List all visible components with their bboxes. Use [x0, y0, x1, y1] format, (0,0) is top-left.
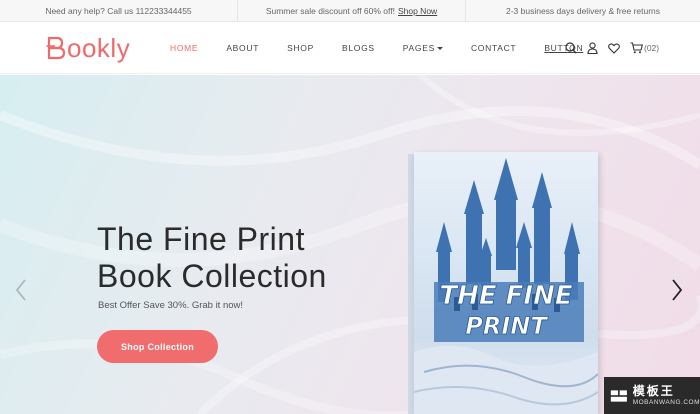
hero-subtitle: Best Offer Save 30%. Grab it now!	[98, 300, 244, 311]
watermark-badge: 模板王 MOBANWANG.COM	[604, 377, 700, 414]
book-title-line2: PRINT	[465, 312, 548, 340]
logo-text: ookly	[67, 33, 131, 63]
book-title-line1: THE FINE	[439, 281, 573, 311]
main-nav: HOME ABOUT SHOP BLOGS PAGES CONTACT BUTT…	[170, 22, 611, 74]
castle-illustration: THE FINE PRINT	[414, 158, 598, 414]
watermark-en: MOBANWANG.COM	[632, 399, 700, 406]
cart-icon[interactable]: (02)	[630, 42, 659, 54]
main-header: ookly HOME ABOUT SHOP BLOGS PAGES CONTAC…	[0, 22, 700, 74]
nav-home[interactable]: HOME	[170, 43, 198, 53]
nav-contact[interactable]: CONTACT	[471, 43, 516, 53]
user-icon[interactable]	[587, 42, 598, 54]
watermark-cn: 模板王	[632, 384, 675, 398]
watermark-logo-icon	[610, 389, 627, 402]
nav-about[interactable]: ABOUT	[226, 43, 259, 53]
sale-banner: Summer sale discount off 60% off! Shop N…	[238, 0, 466, 21]
shop-now-link[interactable]: Shop Now	[398, 6, 437, 16]
sale-text: Summer sale discount off 60% off!	[265, 5, 395, 16]
book-cover-image: THE FINE PRINT	[408, 152, 598, 414]
hero-title-line2: Book Collection	[97, 258, 327, 294]
logo[interactable]: ookly	[46, 34, 130, 62]
chevron-right-icon[interactable]	[671, 279, 683, 306]
nav-blogs[interactable]: BLOGS	[342, 43, 375, 53]
hero-title-line1: The Fine Print	[97, 221, 305, 257]
help-text: Need any help? Call us 112233344455	[0, 0, 238, 21]
hero-title: The Fine Print Book Collection	[97, 221, 327, 295]
delivery-text: 2-3 business days delivery & free return…	[505, 5, 661, 16]
nav-pages-label: PAGES	[402, 43, 435, 53]
search-icon[interactable]	[565, 42, 577, 54]
heart-icon[interactable]	[608, 42, 620, 54]
chevron-left-icon[interactable]	[15, 279, 27, 306]
nav-shop[interactable]: SHOP	[287, 43, 314, 53]
header-icons: (02)	[565, 22, 659, 74]
cart-count: (02)	[644, 43, 660, 53]
nav-pages[interactable]: PAGES	[403, 43, 443, 53]
caret-down-icon	[436, 46, 443, 50]
book-cover: THE FINE PRINT	[414, 152, 598, 414]
top-info-bar: Need any help? Call us 112233344455 Summ…	[0, 0, 700, 22]
shop-collection-button[interactable]: Shop Collection	[97, 330, 218, 363]
hero-banner: The Fine Print Book Collection Best Offe…	[0, 75, 700, 414]
logo-b-icon	[46, 36, 66, 60]
